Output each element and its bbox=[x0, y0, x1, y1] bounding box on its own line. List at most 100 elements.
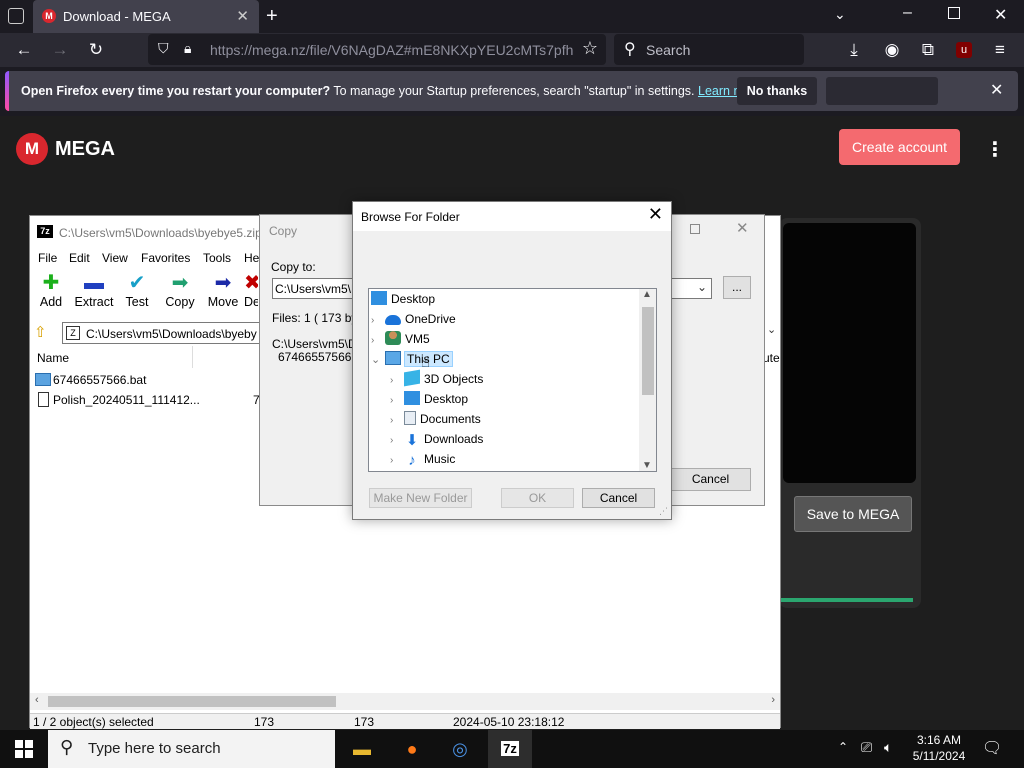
tree-item-music[interactable]: › ♪ Music bbox=[390, 449, 455, 469]
resize-grip-icon[interactable]: ⋰ bbox=[659, 506, 668, 517]
expand-chevron-icon[interactable]: › bbox=[371, 311, 385, 331]
minimize-icon[interactable]: – bbox=[903, 4, 912, 22]
tree-item-desktop-root[interactable]: Desktop bbox=[369, 289, 639, 309]
scroll-down-icon[interactable]: ▼ bbox=[642, 460, 652, 471]
expand-chevron-icon[interactable]: › bbox=[390, 431, 404, 451]
test-button[interactable]: ✔ Test bbox=[117, 271, 157, 309]
file-row[interactable]: Polish_20240511_111412... 7 bbox=[35, 392, 285, 410]
column-attributes[interactable]: ute bbox=[763, 351, 780, 365]
zip-address-bar[interactable]: Z C:\Users\vm5\Downloads\byeby bbox=[62, 322, 260, 344]
tracking-protection-shield-icon[interactable]: ⛉ bbox=[158, 40, 169, 57]
tree-item-onedrive[interactable]: › OneDrive bbox=[371, 309, 456, 329]
ublock-origin-icon[interactable]: u bbox=[953, 39, 975, 61]
search-bar[interactable]: ⚲ Search bbox=[614, 34, 804, 65]
show-hidden-icons-icon[interactable]: ⌃ bbox=[838, 740, 848, 754]
taskbar-search-box[interactable]: ⚲ Type here to search bbox=[48, 730, 335, 768]
test-check-icon: ✔ bbox=[128, 272, 146, 294]
menu-file[interactable]: File bbox=[38, 251, 57, 265]
notification-action-button[interactable] bbox=[826, 77, 938, 105]
save-to-mega-button[interactable]: Save to MEGA bbox=[794, 496, 912, 532]
browse-close-icon[interactable]: ✕ bbox=[648, 204, 663, 225]
address-dropdown-icon[interactable]: ⌄ bbox=[767, 323, 776, 336]
collapse-chevron-icon[interactable]: ⌄ bbox=[371, 350, 385, 370]
back-icon[interactable]: ← bbox=[13, 39, 35, 61]
windows-start-icon[interactable] bbox=[15, 740, 33, 758]
browse-dialog-title: Browse For Folder bbox=[361, 210, 460, 224]
tree-item-label: VM5 bbox=[405, 332, 430, 346]
tree-item-desktop[interactable]: › Desktop bbox=[390, 389, 468, 409]
list-all-tabs-icon[interactable]: ⌄ bbox=[834, 6, 846, 23]
taskbar-clock[interactable]: 3:16 AM 5/11/2024 bbox=[904, 732, 974, 764]
menu-favorites[interactable]: Favorites bbox=[141, 251, 190, 265]
copy-cancel-button[interactable]: Cancel bbox=[670, 468, 751, 491]
copy-close-icon[interactable]: ✕ bbox=[736, 219, 749, 237]
add-button[interactable]: ✚ Add bbox=[31, 271, 71, 309]
expand-chevron-icon[interactable]: › bbox=[390, 411, 404, 431]
menu-help[interactable]: He bbox=[244, 251, 259, 265]
copy-button[interactable]: ➡ Copy bbox=[160, 271, 200, 309]
tree-item-documents[interactable]: › Documents bbox=[390, 409, 481, 429]
mega-brand[interactable]: MEGA bbox=[55, 138, 115, 161]
menu-icon[interactable]: ≡ bbox=[989, 39, 1011, 61]
bookmark-star-icon[interactable]: ☆ bbox=[582, 38, 598, 59]
scroll-right-icon[interactable]: › bbox=[771, 694, 775, 706]
no-thanks-button[interactable]: No thanks bbox=[737, 77, 817, 105]
browse-cancel-button[interactable]: Cancel bbox=[582, 488, 655, 508]
menu-edit[interactable]: Edit bbox=[69, 251, 90, 265]
make-new-folder-button[interactable]: Make New Folder bbox=[369, 488, 472, 508]
expand-chevron-icon[interactable]: › bbox=[371, 331, 385, 351]
create-account-button[interactable]: Create account bbox=[839, 129, 960, 165]
tab-close-icon[interactable]: ✕ bbox=[236, 7, 249, 25]
tree-item-downloads[interactable]: › ⬇ Downloads bbox=[390, 429, 483, 449]
notifications-icon[interactable]: 🗨︎ bbox=[982, 738, 1002, 758]
file-row[interactable]: 67466557566.bat bbox=[35, 372, 285, 390]
expand-chevron-icon[interactable]: › bbox=[390, 451, 404, 471]
desktop-icon bbox=[371, 291, 387, 305]
url-bar[interactable]: ⛉ 🔒︎ https://mega.nz/file/V6NAgDAZ#mE8NK… bbox=[148, 34, 606, 65]
menu-tools[interactable]: Tools bbox=[203, 251, 231, 265]
folder-tree[interactable]: Desktop › OneDrive › VM5 ⌄ This PC ☝ › 3D Ob… bbox=[368, 288, 657, 472]
browse-button[interactable]: ... bbox=[723, 276, 751, 299]
network-icon[interactable]: ⎚ bbox=[861, 739, 872, 756]
restore-icon[interactable] bbox=[948, 7, 960, 19]
new-tab-icon[interactable]: + bbox=[266, 5, 278, 28]
expand-chevron-icon[interactable]: › bbox=[390, 371, 404, 391]
horizontal-scrollbar[interactable]: ‹ › bbox=[30, 693, 780, 710]
chrome-icon[interactable]: ◎ bbox=[438, 733, 482, 765]
tree-item-vm5[interactable]: › VM5 bbox=[371, 329, 430, 349]
extensions-icon[interactable]: ⧉ bbox=[917, 39, 939, 61]
move-button[interactable]: ➡ Move bbox=[203, 271, 243, 309]
ok-button[interactable]: OK bbox=[501, 488, 574, 508]
downloads-icon[interactable]: ⤓ bbox=[843, 39, 865, 61]
copy-to-dropdown-icon[interactable]: ⌄ bbox=[697, 280, 707, 294]
computer-icon bbox=[385, 351, 401, 365]
menu-view[interactable]: View bbox=[102, 251, 128, 265]
tab-download-mega[interactable]: M Download - MEGA ✕ bbox=[33, 0, 259, 33]
file-explorer-icon[interactable]: ▬ bbox=[340, 733, 384, 765]
scroll-left-icon[interactable]: ‹ bbox=[35, 694, 39, 706]
tree-scroll-thumb[interactable] bbox=[642, 307, 654, 395]
tree-item-this-pc[interactable]: ⌄ This PC bbox=[371, 349, 453, 370]
tree-item-3d-objects[interactable]: › 3D Objects bbox=[390, 369, 483, 389]
notification-close-icon[interactable]: ✕ bbox=[990, 80, 1003, 100]
forward-icon[interactable]: → bbox=[49, 39, 71, 61]
window-close-icon[interactable]: ✕ bbox=[994, 5, 1007, 25]
mega-logo-icon[interactable]: M bbox=[16, 133, 48, 165]
7zip-taskbar-icon[interactable]: 7z bbox=[488, 730, 532, 768]
lock-icon[interactable]: 🔒︎ bbox=[184, 40, 191, 57]
copy-maximize-icon[interactable] bbox=[690, 224, 700, 234]
volume-muted-icon[interactable]: 🔈︎ bbox=[884, 739, 892, 756]
up-folder-icon[interactable]: ⇧ bbox=[34, 323, 47, 341]
account-icon[interactable]: ◉ bbox=[881, 39, 903, 61]
reload-icon[interactable]: ↻ bbox=[85, 39, 107, 61]
scroll-up-icon[interactable]: ▲ bbox=[642, 289, 652, 300]
column-name[interactable]: Name bbox=[37, 351, 69, 365]
tab-list-icon[interactable] bbox=[8, 8, 24, 24]
extract-button[interactable]: ▬ Extract bbox=[74, 271, 114, 309]
delete-button[interactable]: ✖ De bbox=[244, 271, 258, 309]
scroll-thumb[interactable] bbox=[48, 696, 336, 707]
expand-chevron-icon[interactable]: › bbox=[390, 391, 404, 411]
tree-vertical-scrollbar[interactable]: ▲ ▼ bbox=[639, 289, 656, 471]
more-options-icon[interactable]: ⋮ bbox=[985, 137, 1005, 162]
firefox-icon[interactable]: ● bbox=[390, 733, 434, 765]
